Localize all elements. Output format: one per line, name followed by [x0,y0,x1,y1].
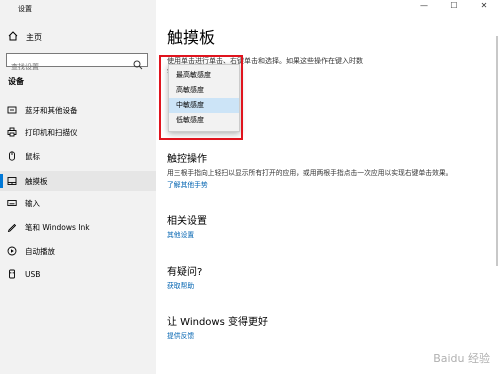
give-feedback-link[interactable]: 提供反馈 [167,330,194,340]
window-controls: — ☐ ✕ [414,1,494,10]
sensitivity-option-low[interactable]: 低敏感度 [169,113,239,128]
search-input[interactable] [7,61,129,73]
section-label-devices: 设备 [8,77,24,86]
sidebar-item-mouse[interactable]: 鼠标 [0,146,156,166]
window-title: 设置 [18,5,32,13]
mouse-icon [7,151,17,161]
sidebar-item-label: 打印机和扫描仪 [25,127,78,137]
touch-gestures-heading: 触控操作 [167,154,207,165]
home-icon [8,31,18,43]
sidebar-item-label: USB [25,269,41,279]
close-button[interactable]: ✕ [474,1,494,10]
sensitivity-option-highest[interactable]: 最高敏感度 [169,68,239,83]
additional-settings-link[interactable]: 其他设置 [167,229,194,239]
home-label: 主页 [26,32,42,42]
sidebar-item-touchpad[interactable]: 触摸板 [0,171,156,191]
sidebar-item-label: 笔和 Windows Ink [25,222,90,232]
sidebar: 设置 主页 设备 蓝牙和其他设备 打印机和扫描仪 鼠标 触摸板 [0,0,156,374]
improve-windows-heading: 让 Windows 变得更好 [167,317,268,328]
home-nav[interactable]: 主页 [8,31,42,43]
printer-icon [7,127,17,137]
search-box[interactable] [6,53,148,73]
sidebar-item-printers[interactable]: 打印机和扫描仪 [0,122,156,142]
pen-icon [7,222,17,232]
sidebar-item-usb[interactable]: USB [0,264,156,284]
usb-icon [7,269,17,279]
search-icon[interactable] [133,55,143,70]
sensitivity-dropdown[interactable]: 最高敏感度 高敏感度 中敏感度 低敏感度 [168,64,240,132]
sidebar-item-autoplay[interactable]: 自动播放 [0,241,156,261]
maximize-button[interactable]: ☐ [444,1,464,10]
keyboard-icon [7,198,17,208]
scrollbar[interactable] [496,36,498,266]
minimize-button[interactable]: — [414,1,434,10]
sidebar-item-label: 输入 [25,198,40,208]
sidebar-item-label: 触摸板 [25,176,48,186]
touchpad-icon [7,176,17,186]
get-help-link[interactable]: 获取帮助 [167,280,194,290]
touch-gestures-text: 用三根手指向上轻扫以显示所有打开的应用，或用两根手指点击一次应用以实现右键单击效… [167,169,453,177]
sidebar-item-label: 蓝牙和其他设备 [25,105,78,115]
sidebar-item-label: 自动播放 [25,246,55,256]
related-settings-heading: 相关设置 [167,216,207,227]
autoplay-icon [7,246,17,256]
sidebar-item-bluetooth[interactable]: 蓝牙和其他设备 [0,100,156,120]
learn-gestures-link[interactable]: 了解其他手势 [167,179,208,189]
sensitivity-option-medium[interactable]: 中敏感度 [169,98,239,113]
question-heading: 有疑问? [167,267,203,278]
sensitivity-option-high[interactable]: 高敏感度 [169,83,239,98]
sidebar-item-pen[interactable]: 笔和 Windows Ink [0,217,156,237]
watermark: Baidu 经验 [433,352,490,365]
sidebar-item-typing[interactable]: 输入 [0,193,156,213]
page-title: 触摸板 [167,28,216,47]
sidebar-item-label: 鼠标 [25,151,40,161]
bluetooth-icon [7,105,17,115]
